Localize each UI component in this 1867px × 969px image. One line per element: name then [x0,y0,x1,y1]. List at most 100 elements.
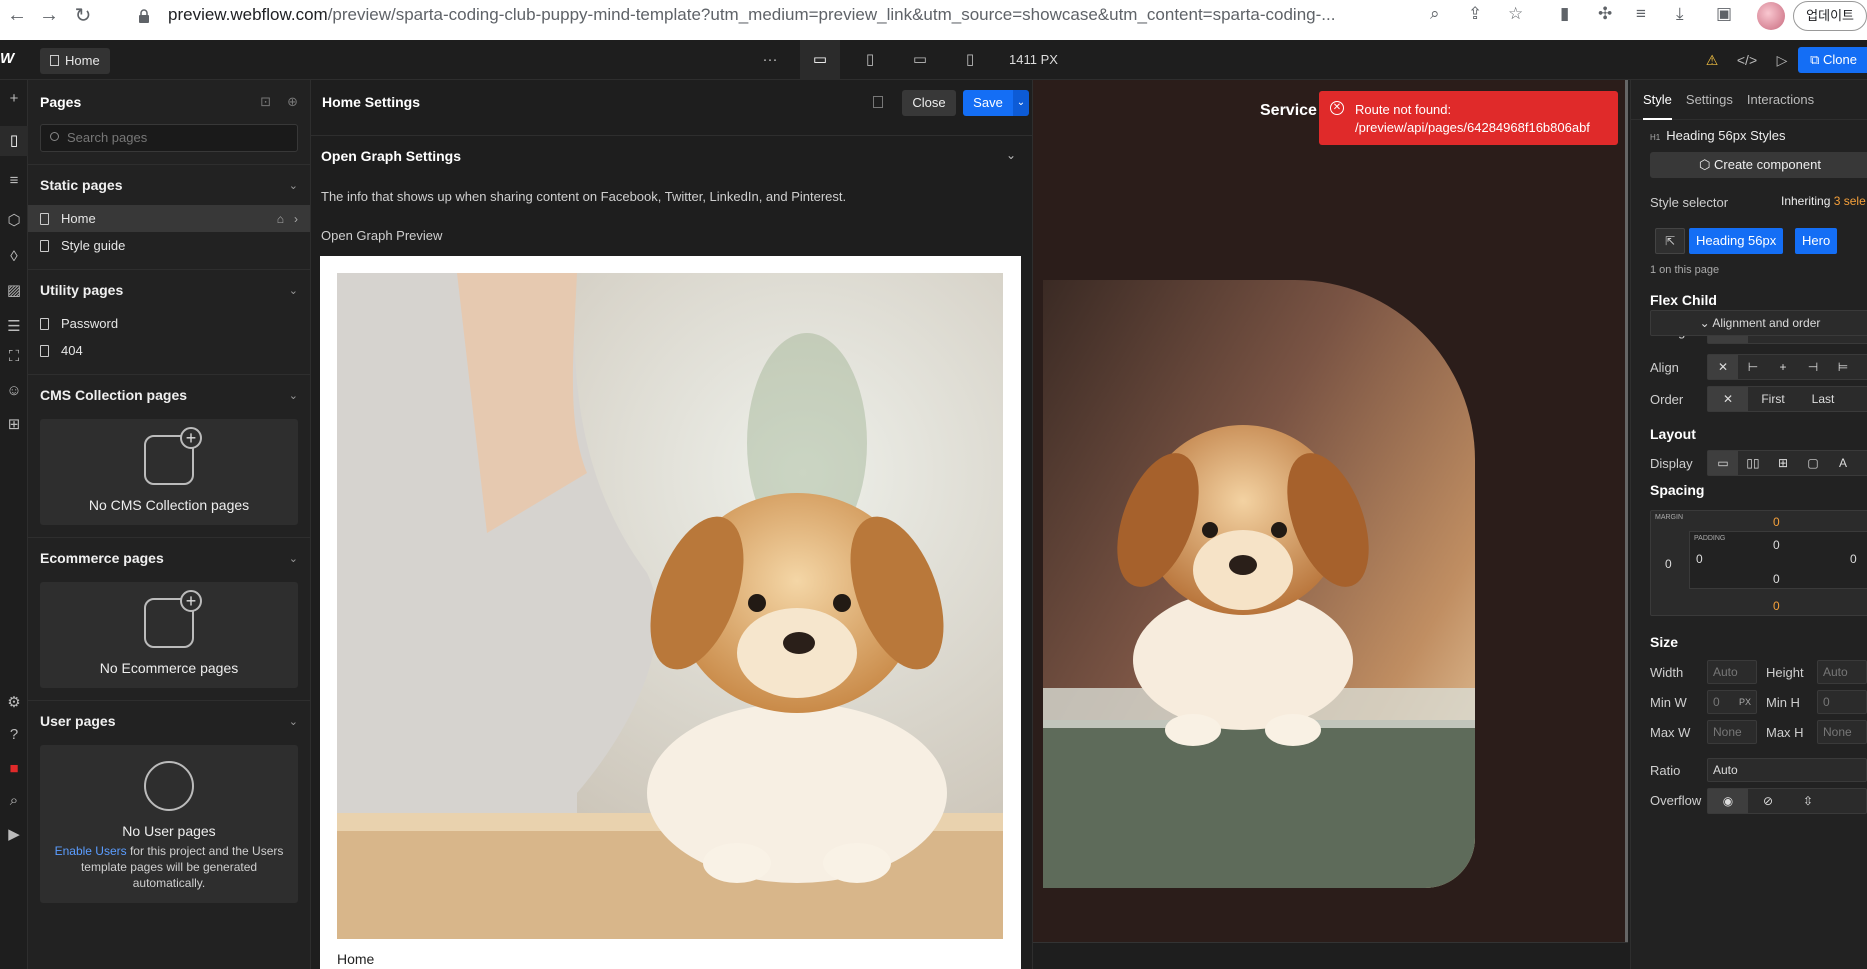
class-chip-heading[interactable]: Heading 56px [1689,228,1784,254]
display-inline-block-icon[interactable]: ▢ [1798,451,1828,475]
width-input[interactable]: Auto [1707,660,1757,684]
add-icon[interactable]: + [0,84,28,114]
ecommerce-icon[interactable]: ⛶ [0,342,28,372]
ratio-select[interactable]: Auto [1707,758,1867,782]
class-chip-hero[interactable]: Hero [1795,228,1838,254]
clone-button[interactable]: ⧉ Clone [1798,47,1867,73]
webflow-logo[interactable]: W [0,50,22,67]
desktop-breakpoint-icon[interactable]: ▭ [800,40,840,80]
design-canvas[interactable]: Service [1033,80,1628,969]
order-first-option[interactable]: First [1748,387,1798,411]
tablet-breakpoint-icon[interactable]: ▯ [850,40,890,80]
close-button[interactable]: Close [902,90,956,116]
page-switcher[interactable]: Home [40,48,110,74]
code-icon[interactable]: </> [1730,40,1764,80]
user-pages-header[interactable]: User pages ⌄ [28,701,310,741]
static-pages-header[interactable]: Static pages ⌄ [28,165,310,205]
create-component-button[interactable]: ⬡ Create component [1650,152,1867,178]
profile-avatar[interactable] [1757,2,1785,30]
display-flex-icon[interactable]: ▯▯ [1738,451,1768,475]
update-button[interactable]: 업데이트 [1793,1,1867,31]
display-block-icon[interactable]: ▭ [1708,451,1738,475]
chevron-right-icon[interactable]: › [294,212,298,226]
style-manager-icon[interactable]: ◊ [0,242,28,272]
navigator-icon[interactable]: ≡ [0,166,28,196]
video-icon[interactable]: ▶ [0,820,28,850]
padding-top-value[interactable]: 0 [1773,538,1780,552]
share-icon[interactable]: ⇪ [1468,4,1482,24]
ecommerce-pages-header[interactable]: Ecommerce pages ⌄ [28,538,310,578]
canvas-scrollbar[interactable] [1625,80,1628,942]
download-icon[interactable]: ⤓ [1676,4,1684,24]
assets-icon[interactable]: ▨ [0,276,28,306]
save-button[interactable]: Save [963,90,1013,116]
forward-icon[interactable]: → [34,4,64,27]
hero-image[interactable] [1043,280,1475,888]
display-inline-icon[interactable]: A [1828,451,1858,475]
page-item-home[interactable]: Home ⌂ › [28,205,310,232]
order-none-icon[interactable]: ✕ [1708,387,1748,411]
min-width-input[interactable]: 0 PX [1707,690,1757,714]
tab-style[interactable]: Style [1643,80,1672,120]
bookmark-star-icon[interactable]: ☆ [1508,4,1523,24]
reading-list-icon[interactable]: ≡ [1636,4,1646,24]
back-icon[interactable]: ← [2,4,32,27]
more-icon[interactable]: ··· [750,40,790,80]
users-icon[interactable]: ☺ [0,376,28,406]
new-folder-icon[interactable]: ⊡ [260,94,271,109]
overflow-scroll-icon[interactable]: ⇳ [1788,789,1828,813]
nav-link-service[interactable]: Service [1260,102,1317,120]
new-page-icon[interactable]: ⊕ [287,94,298,109]
settings-gear-icon[interactable]: ⚙ [0,688,28,718]
padding-left-value[interactable]: 0 [1696,552,1703,566]
preview-play-icon[interactable]: ▷ [1765,40,1799,80]
record-icon[interactable]: ■ [0,754,28,784]
apps-icon[interactable]: ⊞ [0,410,28,440]
cms-pages-header[interactable]: CMS Collection pages ⌄ [28,375,310,415]
chevron-down-icon[interactable]: ⌄ [1006,148,1016,162]
page-item-style-guide[interactable]: Style guide [28,232,310,259]
search-pages-input[interactable]: Search pages [40,124,298,152]
extension-icon[interactable]: ▮ [1560,4,1569,24]
align-center-icon[interactable]: + [1768,355,1798,379]
components-icon[interactable]: ⬡ [0,206,28,236]
order-last-option[interactable]: Last [1798,387,1848,411]
max-width-input[interactable]: None [1707,720,1757,744]
max-height-input[interactable]: None [1817,720,1867,744]
display-grid-icon[interactable]: ⊞ [1768,451,1798,475]
align-end-icon[interactable]: ⊣ [1798,355,1828,379]
address-bar[interactable]: preview.webflow.com/preview/sparta-codin… [168,0,1448,30]
align-none-icon[interactable]: ✕ [1708,355,1738,379]
tab-interactions[interactable]: Interactions [1747,80,1814,120]
padding-right-value[interactable]: 0 [1850,552,1857,566]
mobile-landscape-icon[interactable]: ▭ [900,40,940,80]
alignment-order-toggle[interactable]: ⌄ Alignment and order [1650,310,1867,336]
help-icon[interactable]: ? [0,720,28,750]
overflow-hidden-icon[interactable]: ⊘ [1748,789,1788,813]
enable-users-link[interactable]: Enable Users [55,844,127,858]
sidebar-icon[interactable]: ▣ [1716,4,1732,24]
height-input[interactable]: Auto [1817,660,1867,684]
padding-bottom-value[interactable]: 0 [1773,572,1780,586]
margin-bottom-value[interactable]: 0 [1773,599,1780,613]
reload-icon[interactable]: ↻ [68,3,98,28]
cms-icon[interactable]: ☰ [0,312,28,342]
margin-left-value[interactable]: 0 [1665,557,1672,571]
page-item-404[interactable]: 404 [28,337,310,364]
mobile-portrait-icon[interactable]: ▯ [950,40,990,80]
error-toast[interactable]: ✕ Route not found: /preview/api/pages/64… [1319,91,1618,145]
overflow-visible-icon[interactable]: ◉ [1708,789,1748,813]
margin-top-value[interactable]: 0 [1773,515,1780,529]
puzzle-icon[interactable]: ✣ [1598,4,1612,24]
save-options-chevron-icon[interactable]: ⌄ [1013,90,1029,116]
align-stretch-icon[interactable]: ⊨ [1828,355,1858,379]
utility-pages-header[interactable]: Utility pages ⌄ [28,270,310,310]
zoom-icon[interactable]: ⌕ [1430,4,1440,24]
og-settings-heading[interactable]: Open Graph Settings [321,148,461,164]
min-height-input[interactable]: 0 [1817,690,1867,714]
tab-settings[interactable]: Settings [1686,80,1733,120]
warning-icon[interactable]: ⚠ [1695,40,1729,80]
selector-state-icon[interactable]: ⇱ [1655,228,1685,254]
copy-icon[interactable] [873,96,883,108]
search-icon[interactable]: ⌕ [0,786,28,816]
